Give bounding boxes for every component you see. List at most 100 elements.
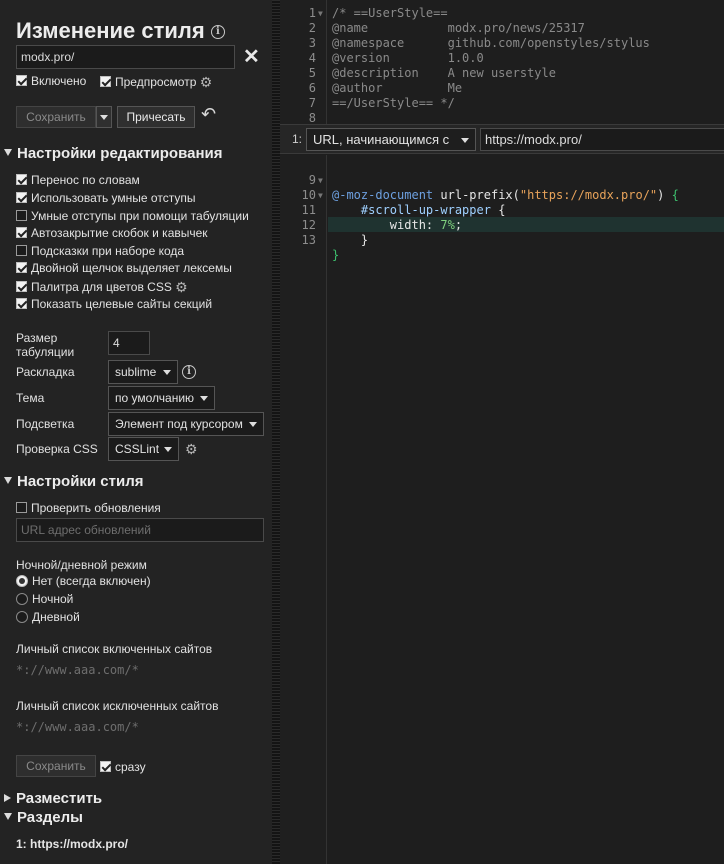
code-line: 6 @author Me <box>280 81 724 96</box>
radio[interactable] <box>16 575 28 587</box>
fold-icon[interactable]: ▼ <box>318 6 323 21</box>
checkbox[interactable] <box>16 227 27 238</box>
option-smart-indent[interactable]: Использовать умные отступы <box>16 191 195 205</box>
chevron-down-icon <box>100 115 108 121</box>
theme-select[interactable]: по умолчанию <box>108 386 215 410</box>
option-auto-close[interactable]: Автозакрытие скобок и кавычек <box>16 226 208 240</box>
info-icon[interactable]: i <box>182 365 196 379</box>
option-label: Двойной щелчок выделяет лексемы <box>31 261 232 275</box>
code-line: 5 @description A new userstyle <box>280 66 724 81</box>
exclude-sites-input[interactable]: *://www.aaa.com/* <box>16 720 139 734</box>
update-url-input[interactable] <box>16 518 264 542</box>
option-label: Умные отступы при помощи табуляции <box>31 209 249 223</box>
beautify-button[interactable]: Причесать <box>117 106 195 128</box>
gear-icon[interactable]: ⚙ <box>200 74 213 90</box>
gear-icon[interactable]: ⚙ <box>185 441 198 458</box>
code-line: 4 @version 1.0.0 <box>280 51 724 66</box>
line-number: 4 <box>308 51 316 65</box>
code-line: 9 ▼ @-moz-document url-prefix("https://mo… <box>280 158 724 202</box>
lint-select[interactable]: CSSLint <box>108 437 179 461</box>
page-title: Изменение стиля <box>16 18 205 43</box>
radio-night-none[interactable]: Нет (всегда включен) <box>16 574 151 588</box>
option-label: Палитра для цветов CSS <box>31 280 172 294</box>
save-button[interactable]: Сохранить <box>16 106 96 128</box>
option-word-wrap[interactable]: Перенос по словам <box>16 173 140 187</box>
style-settings-header[interactable]: Настройки стиля <box>4 473 144 490</box>
checkbox[interactable] <box>16 192 27 203</box>
code-line: 1 ▼ /* ==UserStyle== <box>280 6 724 21</box>
highlight-select[interactable]: Элемент под курсором <box>108 412 264 436</box>
checkbox[interactable] <box>16 210 27 221</box>
editor-settings-header[interactable]: Настройки редактирования <box>4 145 222 162</box>
option-autocomplete[interactable]: Подсказки при наборе кода <box>16 244 184 258</box>
tab-size-input[interactable] <box>108 331 150 355</box>
preview-checkbox-box[interactable] <box>100 76 111 87</box>
check-updates-checkbox[interactable]: Проверить обновления <box>16 501 161 515</box>
immediately-checkbox[interactable]: сразу <box>100 760 146 774</box>
radio-label: Нет (всегда включен) <box>32 574 151 588</box>
highlight-value: Элемент под курсором <box>115 417 243 431</box>
lint-value: CSSLint <box>115 442 160 456</box>
info-icon[interactable]: i <box>210 25 225 40</box>
line-number: 6 <box>308 81 316 95</box>
checkbox[interactable] <box>16 174 27 185</box>
option-label: Использовать умные отступы <box>31 191 196 205</box>
line-number: 3 <box>308 36 316 50</box>
keymap-label: Раскладка <box>16 365 75 379</box>
radio-day[interactable]: Дневной <box>16 610 80 624</box>
include-sites-input[interactable]: *://www.aaa.com/* <box>16 663 139 677</box>
save-settings-button[interactable]: Сохранить <box>16 755 96 777</box>
gear-icon[interactable]: ⚙ <box>175 279 188 295</box>
style-name-input[interactable] <box>16 45 235 69</box>
checkbox[interactable] <box>16 262 27 273</box>
theme-value: по умолчанию <box>115 391 195 405</box>
preview-checkbox[interactable]: Предпросмотр ⚙ <box>100 74 212 91</box>
code-line: 3 @namespace github.com/openstyles/stylus <box>280 36 724 51</box>
line-number: 5 <box>308 66 316 80</box>
radio[interactable] <box>16 593 28 605</box>
save-dropdown-button[interactable] <box>96 106 112 128</box>
option-show-targets[interactable]: Показать целевые сайты секций <box>16 297 212 311</box>
enabled-checkbox[interactable]: Включено <box>16 74 86 88</box>
code-text: } <box>332 233 369 247</box>
option-color-picker[interactable]: Палитра для цветов CSS ⚙ <box>16 279 188 296</box>
expand-icon <box>4 149 12 156</box>
enabled-checkbox-box[interactable] <box>16 75 27 86</box>
expand-icon <box>4 477 12 484</box>
code-text: @author Me <box>332 81 463 95</box>
checkbox[interactable] <box>16 245 27 256</box>
sections-header[interactable]: Разделы <box>4 809 83 826</box>
preview-label: Предпросмотр <box>115 75 197 89</box>
tab-size-label: Размер табуляции <box>16 331 75 359</box>
publish-header[interactable]: Разместить <box>4 790 102 807</box>
section-index: 1: <box>292 132 303 146</box>
checkbox[interactable] <box>16 298 27 309</box>
check-updates-label: Проверить обновления <box>31 501 161 515</box>
panel-resize-handle[interactable] <box>272 0 280 864</box>
radio-label: Дневной <box>32 610 80 624</box>
checkbox[interactable] <box>16 281 27 292</box>
line-number: 7 <box>308 96 316 110</box>
include-sites-label: Личный список включенных сайтов <box>16 642 213 656</box>
checkbox[interactable] <box>16 502 27 513</box>
radio-night[interactable]: Ночной <box>16 592 73 606</box>
option-dblclick-tokens[interactable]: Двойной щелчок выделяет лексемы <box>16 261 232 275</box>
undo-icon[interactable]: ↶ <box>201 104 216 125</box>
close-icon[interactable]: ✕ <box>243 44 260 69</box>
option-indent-tabs[interactable]: Умные отступы при помощи табуляции <box>16 209 249 223</box>
option-label: Перенос по словам <box>31 173 140 187</box>
code-line: 2 @name modx.pro/news/25317 <box>280 21 724 36</box>
code-text: @name modx.pro/news/25317 <box>332 21 585 35</box>
radio[interactable] <box>16 611 28 623</box>
code-editor[interactable]: 1 ▼ /* ==UserStyle== 2 @name modx.pro/news/… <box>280 0 724 864</box>
code-text: } <box>332 248 340 262</box>
applies-to-value-input[interactable] <box>480 128 724 151</box>
theme-label: Тема <box>16 391 45 405</box>
option-label: Подсказки при наборе кода <box>31 244 185 258</box>
checkbox[interactable] <box>100 761 111 772</box>
section-link[interactable]: 1: https://modx.pro/ <box>16 837 128 851</box>
applies-to-type-select[interactable]: URL, начинающимся с <box>306 128 476 151</box>
chevron-down-icon <box>164 447 172 452</box>
keymap-select[interactable]: sublime <box>108 360 178 384</box>
chevron-down-icon <box>249 422 257 427</box>
